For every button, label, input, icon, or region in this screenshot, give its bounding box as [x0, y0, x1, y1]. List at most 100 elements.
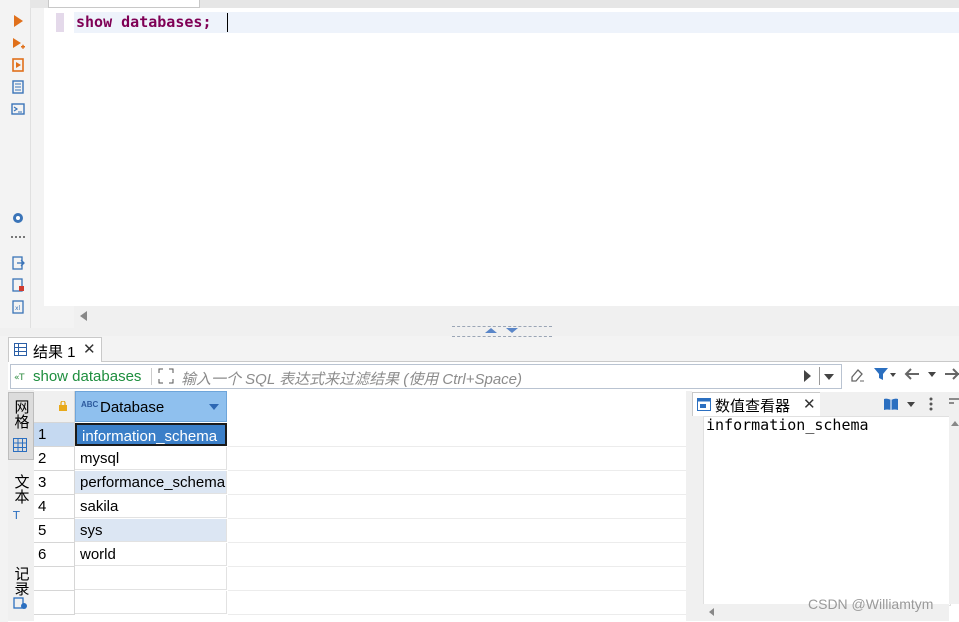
database-cell[interactable]: performance_schema	[75, 471, 227, 494]
gutter-statement-marker	[56, 13, 64, 32]
execute-script-icon[interactable]	[11, 58, 25, 72]
table-row[interactable]: 2 mysql	[34, 447, 686, 471]
scroll-left-arrow-icon[interactable]	[80, 311, 87, 321]
execute-in-new-tab-icon[interactable]	[11, 37, 25, 51]
load-script-icon[interactable]: xl	[11, 300, 25, 314]
watermark: CSDN @Williamtym	[808, 596, 934, 612]
database-cell[interactable]: sakila	[75, 495, 227, 518]
back-arrow-icon[interactable]	[904, 367, 920, 381]
viewer-mode-dropdown-icon[interactable]	[907, 402, 915, 407]
grid-empty-area	[228, 447, 686, 471]
database-cell[interactable]: sys	[75, 519, 227, 542]
table-row[interactable]: 3 performance_schema	[34, 471, 686, 495]
filter-funnel-icon[interactable]	[873, 366, 889, 382]
database-cell[interactable]: world	[75, 543, 227, 566]
tab-value-viewer[interactable]: 数值查看器 ✕	[692, 392, 822, 417]
record-view-icon	[13, 597, 27, 609]
close-results-tab-icon[interactable]: ✕	[83, 340, 96, 358]
explain-plan-icon[interactable]	[11, 80, 25, 94]
table-row[interactable]	[34, 567, 686, 591]
grid-empty-area	[228, 543, 686, 567]
row-number-cell[interactable]: 2	[34, 447, 75, 471]
svg-text:T: T	[13, 509, 20, 522]
table-row[interactable]	[34, 591, 686, 615]
value-viewer-toolbar	[820, 392, 959, 416]
execute-statement-icon[interactable]	[11, 14, 25, 28]
database-name: sakila	[80, 498, 119, 515]
database-cell[interactable]: information_schema	[75, 423, 227, 446]
grid-empty-area	[228, 471, 686, 495]
row-number-cell[interactable]	[34, 567, 75, 591]
row-number-cell[interactable]: 4	[34, 495, 75, 519]
filter-separator	[151, 368, 152, 385]
row-number-cell[interactable]: 1	[34, 423, 75, 447]
editor-gutter	[44, 8, 74, 306]
table-row[interactable]: 4 sakila	[34, 495, 686, 519]
column-sort-dropdown-icon[interactable]	[209, 404, 219, 410]
open-console-icon[interactable]	[11, 102, 25, 116]
editor-tab-strip	[30, 0, 959, 8]
scroll-up-arrow-icon[interactable]	[951, 421, 959, 426]
value-viewer-text[interactable]: information_schema	[706, 416, 869, 434]
editor-left-toolbar: xl	[0, 0, 31, 335]
results-filter-bar[interactable]: «T show databases 输入一个 SQL 表达式来过滤结果 (使用 …	[10, 364, 842, 389]
database-cell[interactable]	[75, 567, 227, 590]
tab-results-1[interactable]: 结果 1 ✕	[8, 337, 102, 362]
database-name: performance_schema	[80, 474, 226, 491]
filter-history-dropdown-icon[interactable]	[824, 374, 834, 380]
table-row[interactable]: 5 sys	[34, 519, 686, 543]
expand-filter-icon[interactable]	[158, 368, 174, 384]
text-view-icon: T	[13, 509, 20, 522]
grid-empty-area	[228, 495, 686, 519]
grid-empty-area	[228, 567, 686, 591]
database-name: world	[80, 546, 116, 563]
svg-text:«T: «T	[14, 373, 25, 382]
grid-empty-header	[228, 391, 686, 422]
editor-horizontal-scrollbar[interactable]	[74, 306, 959, 328]
value-viewer-scroll-left-icon[interactable]	[709, 608, 714, 616]
splitter-handle[interactable]	[452, 326, 552, 337]
row-number-cell[interactable]: 6	[34, 543, 75, 567]
maximize-results-arrow-icon[interactable]	[506, 328, 518, 333]
content-viewer-book-icon[interactable]	[883, 397, 899, 411]
new-script-icon[interactable]	[11, 278, 25, 292]
column-header-database[interactable]: ABC Database	[75, 391, 227, 422]
filter-dropdown-divider	[819, 367, 820, 385]
database-cell[interactable]	[75, 591, 227, 614]
filter-funnel-dropdown-icon[interactable]	[890, 373, 896, 377]
database-cell[interactable]: mysql	[75, 447, 227, 470]
row-number: 1	[38, 426, 47, 443]
back-history-dropdown-icon[interactable]	[928, 372, 936, 377]
export-icon[interactable]	[11, 256, 25, 270]
view-tab-record[interactable]: 记录	[8, 560, 34, 620]
view-tab-text-label: 文本	[12, 474, 30, 504]
row-number-cell[interactable]	[34, 591, 75, 615]
maximize-editor-arrow-icon[interactable]	[485, 328, 497, 333]
clear-filter-eraser-icon[interactable]	[849, 367, 865, 383]
toolbar-more-dots	[11, 236, 25, 240]
value-viewer-left-bar	[692, 416, 703, 621]
apply-filter-icon[interactable]	[804, 370, 811, 382]
value-viewer-vertical-scrollbar[interactable]	[949, 416, 959, 604]
editor-tab[interactable]	[48, 0, 200, 8]
sql-statement[interactable]: show databases;	[76, 12, 211, 33]
row-number-cell[interactable]: 3	[34, 471, 75, 495]
settings-gear-icon[interactable]	[11, 211, 25, 225]
close-value-viewer-icon[interactable]: ✕	[803, 395, 816, 413]
grid-empty-area	[228, 519, 686, 543]
sql-editor[interactable]	[74, 8, 959, 306]
row-number-cell[interactable]: 5	[34, 519, 75, 543]
svg-text:xl: xl	[15, 305, 21, 312]
sql-terminator: ;	[202, 13, 212, 31]
grid-empty-area	[228, 591, 686, 615]
value-viewer-content[interactable]	[703, 416, 951, 606]
table-row[interactable]: 1 information_schema	[34, 423, 686, 447]
database-name: mysql	[80, 450, 120, 467]
lock-icon	[59, 401, 67, 411]
panel-layout-icon[interactable]	[949, 397, 959, 409]
results-tab-label: 结果 1	[33, 344, 76, 361]
row-number-header[interactable]	[34, 391, 75, 423]
table-row[interactable]: 6 world	[34, 543, 686, 567]
forward-arrow-icon[interactable]	[944, 367, 959, 381]
more-options-icon[interactable]	[928, 396, 934, 412]
